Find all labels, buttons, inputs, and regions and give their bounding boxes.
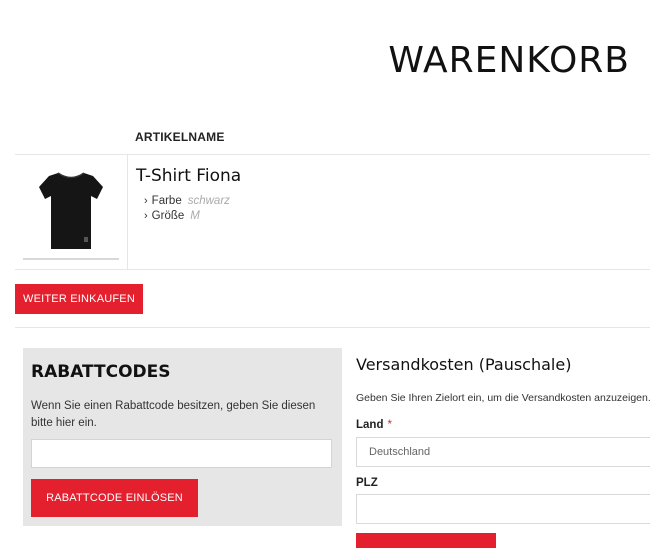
- product-image-underline: [23, 258, 119, 260]
- attribute-color: › Farbe schwarz: [144, 195, 230, 207]
- chevron-right-icon: ›: [144, 210, 148, 222]
- coupon-title: RABATTCODES: [31, 362, 171, 382]
- attribute-label: Größe: [151, 210, 185, 222]
- redeem-coupon-button[interactable]: RABATTCODE EINLÖSEN: [31, 479, 198, 517]
- attribute-size: › Größe M: [144, 210, 200, 222]
- chevron-right-icon: ›: [144, 195, 148, 207]
- estimate-shipping-button[interactable]: [356, 533, 496, 548]
- continue-shopping-button[interactable]: WEITER EINKAUFEN: [15, 284, 143, 314]
- shipping-title: Versandkosten (Pauschale): [356, 355, 572, 374]
- coupon-description: Wenn Sie einen Rabattcode besitzen, gebe…: [31, 400, 316, 429]
- attribute-value: schwarz: [187, 195, 230, 207]
- coupon-panel: RABATTCODES Wenn Sie einen Rabattcode be…: [23, 348, 342, 526]
- divider: [127, 155, 128, 269]
- country-label: Land *: [356, 419, 392, 431]
- page-title: WARENKORB: [388, 40, 630, 81]
- column-header-artikelname: ARTIKELNAME: [135, 130, 225, 144]
- zip-label: PLZ: [356, 477, 378, 489]
- product-image[interactable]: [23, 163, 119, 259]
- divider: [15, 269, 650, 270]
- zip-input[interactable]: [356, 494, 650, 524]
- divider: [15, 154, 650, 155]
- product-name[interactable]: T-Shirt Fiona: [136, 166, 241, 186]
- country-select[interactable]: Deutschland: [356, 437, 650, 467]
- country-label-text: Land: [356, 419, 384, 431]
- coupon-input[interactable]: [31, 439, 332, 468]
- tshirt-icon: [39, 172, 103, 249]
- divider: [15, 327, 650, 328]
- required-marker: *: [387, 419, 392, 431]
- attribute-label: Farbe: [151, 195, 182, 207]
- shipping-description: Geben Sie Ihren Zielort ein, um die Vers…: [356, 392, 650, 404]
- attribute-value: M: [190, 210, 200, 222]
